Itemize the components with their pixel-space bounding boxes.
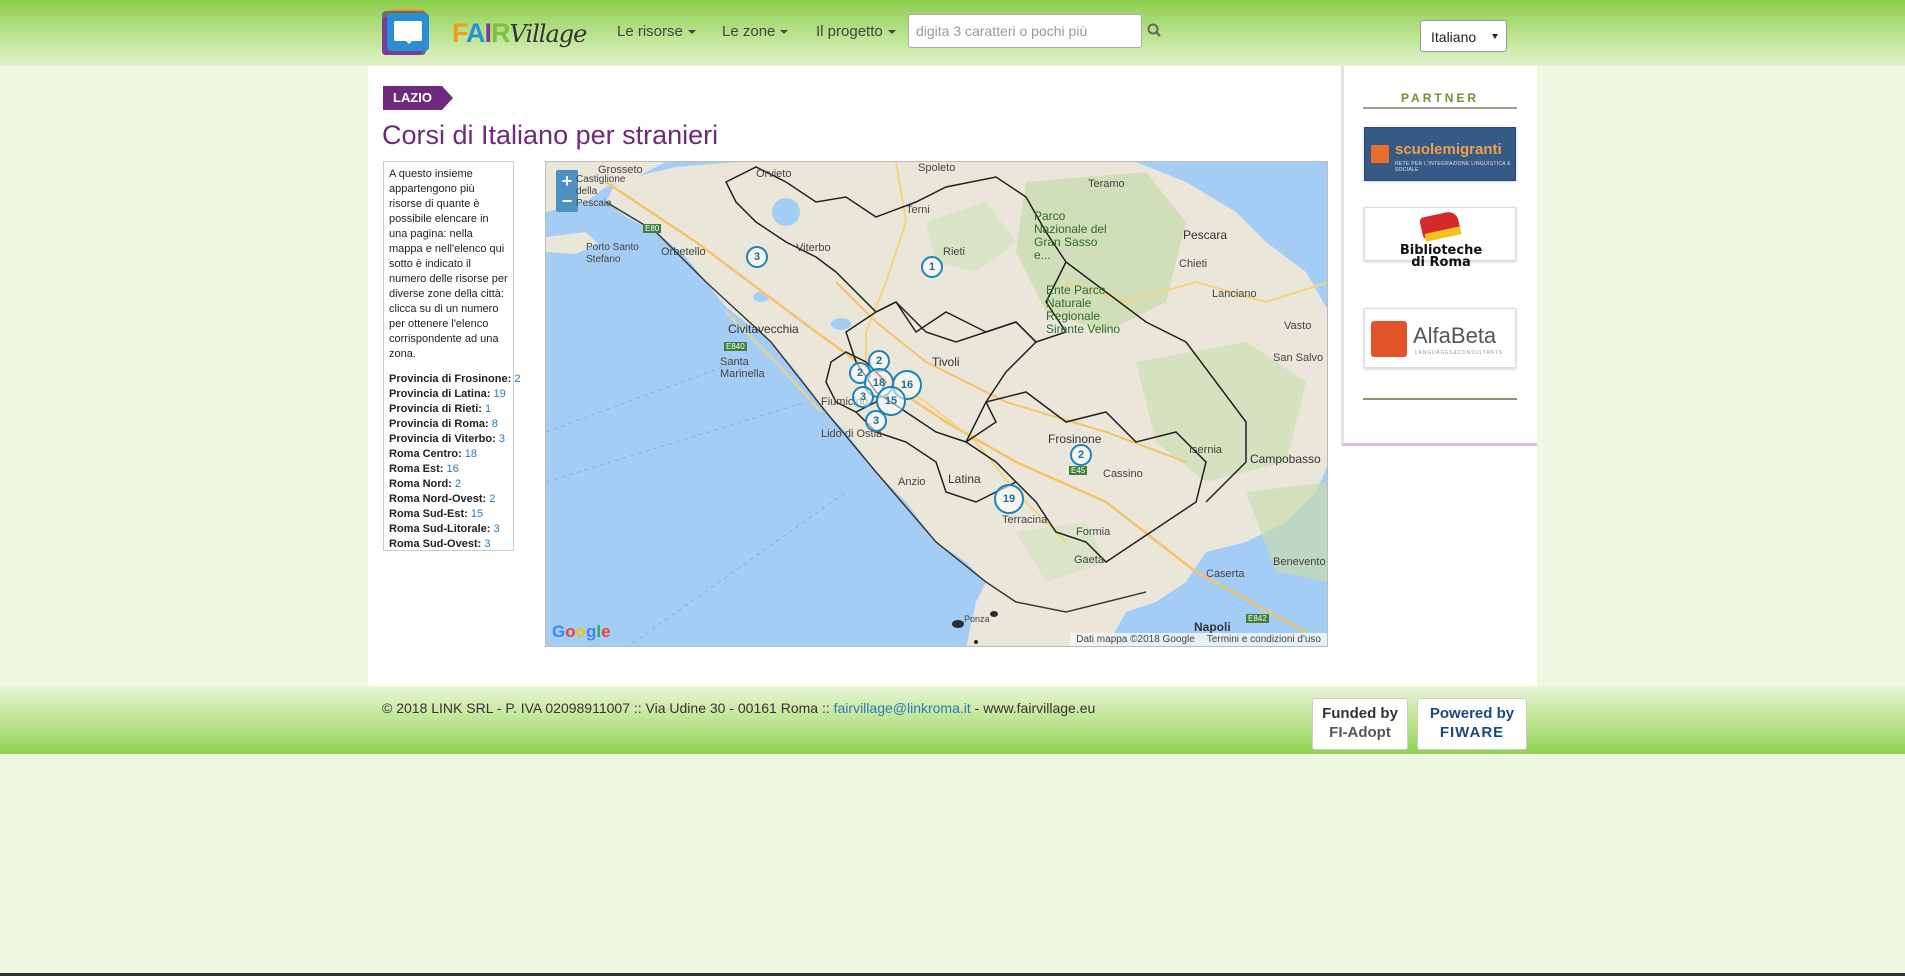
logo-wordmark: FAIRVillage (452, 18, 587, 48)
map-label: Pescara (1183, 228, 1228, 242)
map-marker-rieti[interactable]: 1 (921, 256, 943, 278)
powered-by-fiware-badge[interactable]: Powered by FIWARE (1417, 698, 1527, 750)
partner-title: PARTNER (1363, 91, 1517, 109)
zones-infobox: A questo insieme appartengono più risors… (383, 161, 520, 552)
zone-link[interactable]: Roma Sud-Ovest: 3 (389, 537, 508, 552)
zone-link[interactable]: Provincia di Viterbo: 3 (389, 432, 508, 447)
map-label: Formia (1076, 526, 1111, 538)
map-label: Orbetello (661, 246, 706, 258)
speech-bubble-icon (394, 21, 422, 44)
partner-alfabeta[interactable]: AlfaBeta LANGUAGES&CONSULTANTS (1364, 308, 1516, 368)
map-marker-roma-sud-litorale[interactable]: 3 (865, 410, 887, 432)
map-attribution: Dati mappa ©2018 Google Termini e condizi… (1070, 633, 1327, 646)
partner-biblioteche-di-roma[interactable]: Biblioteche di Roma (1364, 207, 1516, 269)
footer-copyright: © 2018 LINK SRL - P. IVA 02098911007 :: … (382, 700, 1096, 716)
map-marker-viterbo[interactable]: 3 (746, 246, 768, 268)
map-label: Viterbo (796, 242, 831, 254)
zone-link[interactable]: Roma Est: 16 (389, 462, 508, 477)
region-tag[interactable]: LAZIO (383, 86, 453, 110)
map-terms-link[interactable]: Termini e condizioni d'uso (1207, 634, 1321, 645)
dropdown-arrow-icon (1492, 34, 1498, 39)
funded-by-fi-adopt-badge[interactable]: Funded by FI-Adopt (1312, 698, 1408, 750)
fairvillage-logo[interactable]: FAIRVillage (382, 9, 587, 57)
zone-link[interactable]: Provincia di Roma: 8 (389, 417, 508, 432)
partner-scuolemigranti[interactable]: scuolemigranti RETE PER L'INTEGRAZIONE L… (1364, 127, 1516, 181)
map-label: Cassino (1103, 468, 1143, 480)
zone-link[interactable]: Roma Nord-Ovest: 2 (389, 492, 508, 507)
map-label: Vasto (1284, 320, 1312, 332)
map-label: Terni (906, 204, 930, 216)
alfabeta-logo-icon (1371, 321, 1407, 357)
zone-link[interactable]: Provincia di Frosinone: 2 (389, 372, 520, 387)
map-label: Latina (948, 472, 981, 486)
map-label: Tivoli (932, 355, 960, 369)
map-label: San Salvo (1273, 352, 1324, 364)
map-label: Ponza (964, 614, 990, 624)
nav-le-zone[interactable]: Le zone (722, 23, 789, 40)
map-marker-latina[interactable]: 19 (994, 484, 1024, 514)
map[interactable]: + − Grosseto Orvieto Spoleto Teramo Cast… (545, 161, 1328, 647)
map-label: Napoli (1194, 620, 1231, 634)
zone-link[interactable]: Provincia di Rieti: 1 (389, 402, 508, 417)
map-label: Isernia (1189, 444, 1223, 456)
map-label: Civitavecchia (728, 322, 799, 336)
zone-link[interactable]: Provincia di Latina: 19 (389, 387, 508, 402)
footer (0, 686, 1905, 754)
zone-link[interactable]: Roma Nord: 2 (389, 477, 508, 492)
road-label: E45 (1069, 466, 1088, 475)
partner-divider (1363, 398, 1517, 400)
google-logo[interactable]: Google (552, 622, 611, 642)
zoom-out-button[interactable]: − (556, 190, 578, 212)
road-label: E80 (643, 224, 662, 233)
footer-email-link[interactable]: fairvillage@linkroma.it (834, 700, 971, 716)
zone-link[interactable]: Roma Sud-Est: 15 (389, 507, 508, 522)
nav-le-risorse[interactable]: Le risorse (617, 23, 696, 40)
map-marker-roma-sud-ovest[interactable]: 3 (852, 386, 874, 408)
map-label: Lanciano (1212, 288, 1257, 300)
map-label: Castiglione della Pescaia (576, 174, 626, 209)
search-icon (1147, 23, 1161, 37)
zone-link[interactable]: Roma Sud-Litorale: 3 (389, 522, 508, 537)
map-label: Santa Marinella (720, 356, 765, 380)
zoom-in-button[interactable]: + (556, 170, 578, 192)
road-label: E842 (1246, 614, 1269, 623)
scuolemigranti-logo-icon (1371, 145, 1389, 163)
map-label: Campobasso (1250, 452, 1321, 466)
map-marker-frosinone[interactable]: 2 (1070, 444, 1092, 466)
park-label: Ente Parco Naturale Regionale Sirente Ve… (1046, 283, 1121, 336)
road-label: E840 (724, 342, 747, 351)
zone-link[interactable]: Roma Centro: 18 (389, 447, 508, 462)
search-input[interactable] (908, 14, 1142, 48)
nav-il-progetto[interactable]: Il progetto (816, 23, 896, 40)
map-label: Chieti (1179, 258, 1208, 270)
map-label: Porto Santo Stefano (586, 242, 639, 265)
caret-down-icon (780, 30, 789, 35)
page-title: Corsi di Italiano per stranieri (382, 120, 719, 150)
map-label: Rieti (943, 246, 966, 258)
map-label: Anzio (898, 476, 926, 488)
map-label: Gaeta (1074, 554, 1104, 566)
caret-down-icon (687, 30, 696, 35)
map-label: Orvieto (756, 168, 792, 180)
map-label: Spoleto (918, 162, 956, 174)
language-select[interactable]: Italiano (1420, 20, 1507, 52)
search-button[interactable] (1146, 22, 1164, 40)
caret-down-icon (887, 30, 896, 35)
map-label: Teramo (1088, 178, 1125, 190)
zone-list: Provincia di Frosinone: 2 Provincia di La… (389, 372, 520, 552)
park-label: Parco Nazionale del Gran Sasso e... (1034, 209, 1107, 262)
map-label: Caserta (1206, 568, 1245, 580)
intro-text: A questo insieme appartengono più risors… (389, 168, 508, 360)
map-label: Terracina (1002, 514, 1048, 526)
map-label: Frosinone (1048, 432, 1102, 446)
map-label: Benevento (1273, 556, 1326, 568)
